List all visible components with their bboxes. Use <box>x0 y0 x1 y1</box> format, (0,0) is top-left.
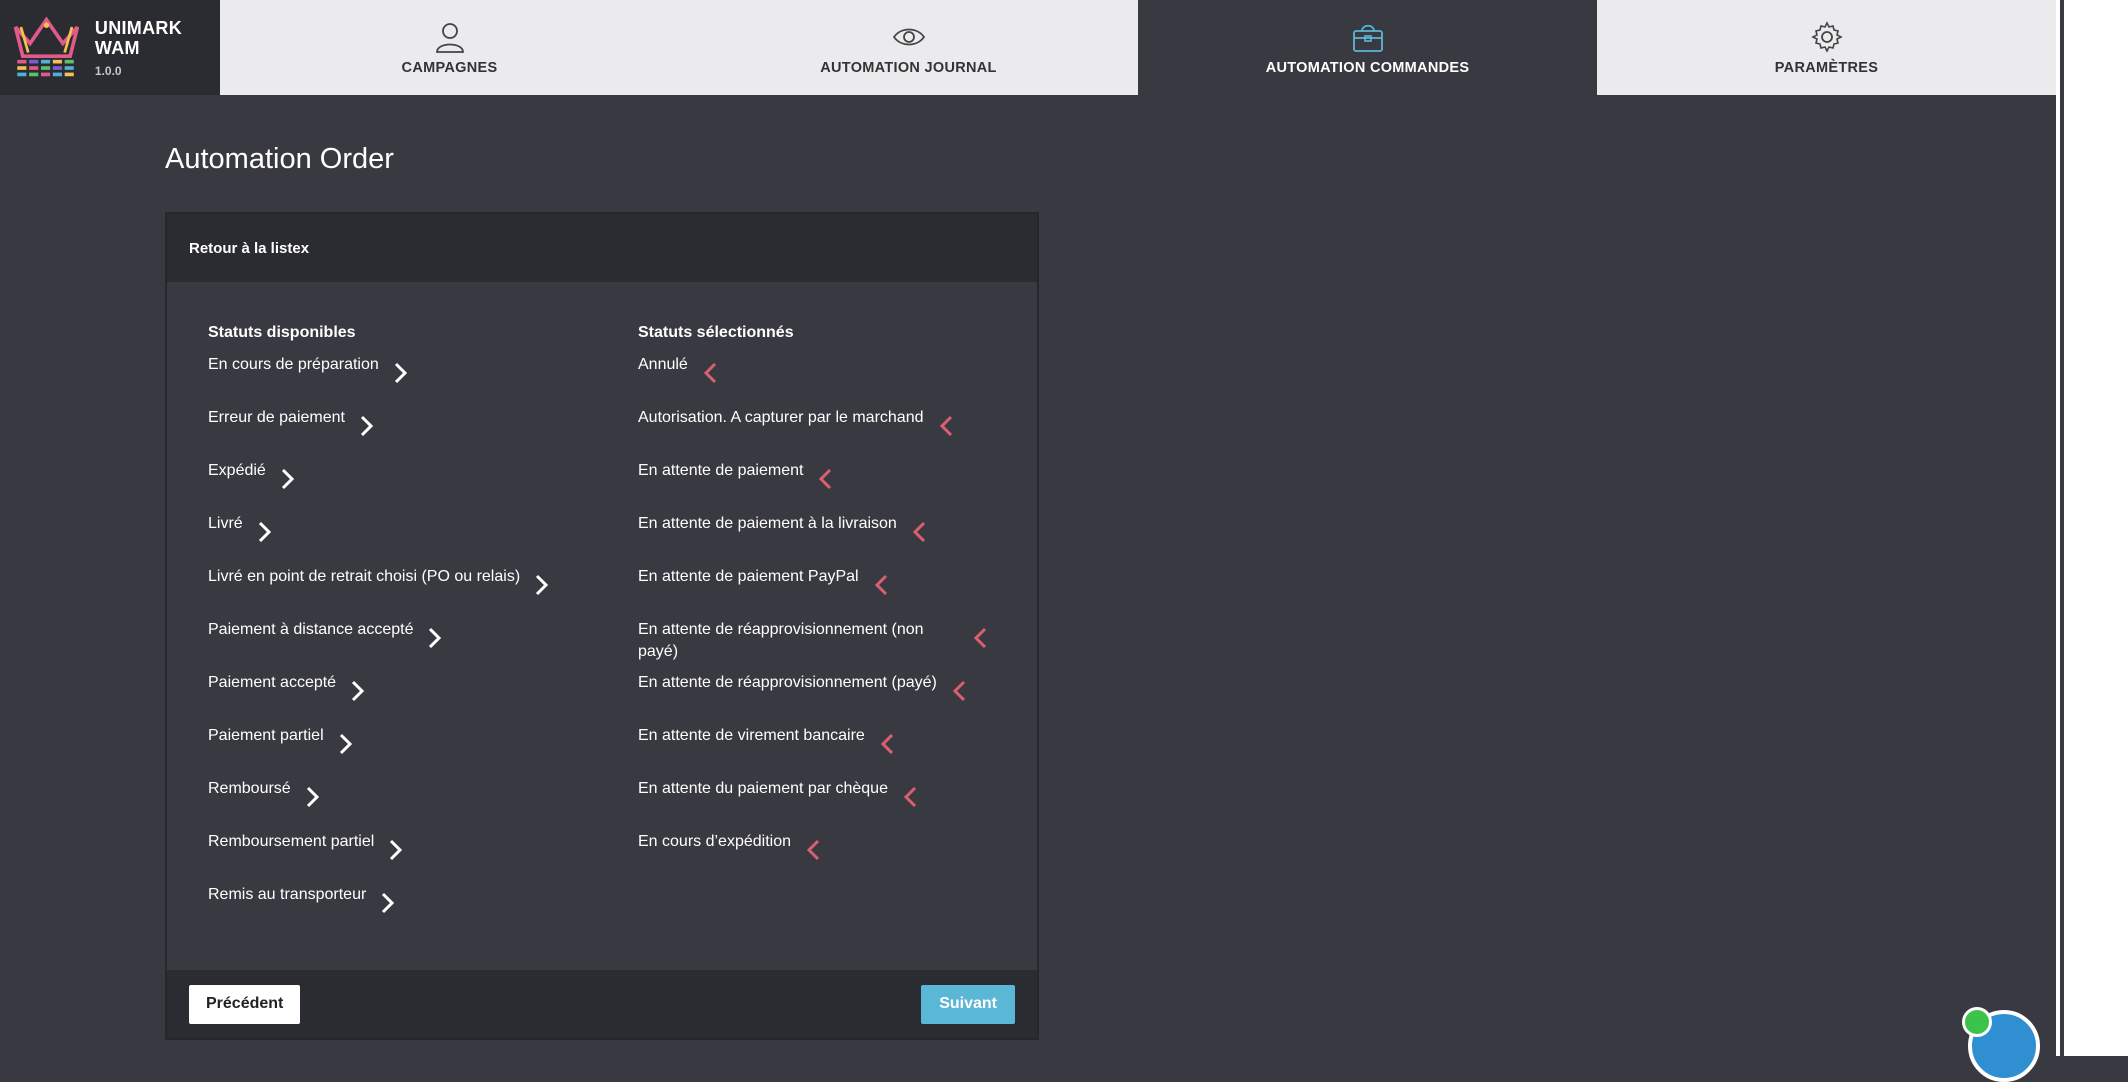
top-navigation: UNIMARK WAM 1.0.0 CAMPAGNES AUTOMATION J… <box>0 0 2056 95</box>
status-item: Autorisation. A capturer par le marchand <box>638 407 988 460</box>
next-button[interactable]: Suivant <box>921 984 1015 1024</box>
back-to-list-link[interactable]: Retour à la listex <box>189 240 309 257</box>
status-item: En cours de préparation <box>208 354 550 407</box>
scrollbar-track[interactable] <box>2056 0 2128 1056</box>
chevron-left-icon[interactable] <box>911 520 927 544</box>
chevron-left-icon[interactable] <box>879 732 895 756</box>
status-label: Expédié <box>208 462 266 479</box>
status-label: Remboursement partiel <box>208 833 375 850</box>
status-item: Remboursement partiel <box>208 831 550 884</box>
status-label: Paiement à distance accepté <box>208 621 414 638</box>
status-item: En attente du paiement par chèque <box>638 778 988 831</box>
chevron-right-icon[interactable] <box>350 679 366 703</box>
status-item: Paiement à distance accepté <box>208 619 550 672</box>
status-label: En attente de paiement à la livraison <box>638 515 897 532</box>
available-status-list: En cours de préparation Erreur de paiemen… <box>208 354 550 937</box>
status-item: En attente de paiement à la livraison <box>638 513 988 566</box>
gear-icon <box>1810 20 1843 53</box>
eye-icon <box>892 28 925 45</box>
status-label: En attente de réapprovisionnement (non p… <box>638 621 924 660</box>
divider <box>2060 0 2064 1056</box>
status-label: En cours de préparation <box>208 356 379 373</box>
status-item: Expédié <box>208 460 550 513</box>
status-selection-panel: Retour à la listex Statuts disponibles E… <box>165 212 1039 1040</box>
chevron-left-icon[interactable] <box>902 785 918 809</box>
tab-label: PARAMÈTRES <box>1774 59 1879 76</box>
status-item: En attente de réapprovisionnement (payé) <box>638 672 988 725</box>
chevron-right-icon[interactable] <box>393 361 409 385</box>
status-label: En attente de réapprovisionnement (payé) <box>638 674 937 691</box>
status-item: Livré <box>208 513 550 566</box>
status-label: Paiement accepté <box>208 674 337 691</box>
status-item: En cours d’expédition <box>638 831 988 884</box>
status-item: En attente de paiement PayPal <box>638 566 988 619</box>
status-label: En attente de paiement <box>638 462 804 479</box>
status-label: En cours d’expédition <box>638 833 791 850</box>
status-item: En attente de virement bancaire <box>638 725 988 778</box>
tab-label: AUTOMATION JOURNAL <box>820 59 997 76</box>
status-label: Annulé <box>638 356 688 373</box>
tab-label: AUTOMATION COMMANDES <box>1265 59 1470 76</box>
page-title: Automation Order <box>165 143 394 175</box>
tab-automation-commandes[interactable]: AUTOMATION COMMANDES <box>1138 0 1597 95</box>
status-label: Livré <box>208 515 243 532</box>
status-label: Paiement partiel <box>208 727 324 744</box>
status-label: En attente du paiement par chèque <box>638 780 888 797</box>
status-item: Remis au transporteur <box>208 884 550 937</box>
status-label: Remis au transporteur <box>208 886 367 903</box>
chevron-left-icon[interactable] <box>805 838 821 862</box>
previous-button[interactable]: Précédent <box>189 984 301 1024</box>
chevron-right-icon[interactable] <box>305 785 321 809</box>
available-statuses-column: Statuts disponibles En cours de préparat… <box>208 324 550 937</box>
online-status-dot <box>1962 1007 1992 1037</box>
status-item: En attente de réapprovisionnement (non p… <box>638 619 988 672</box>
chevron-left-icon[interactable] <box>972 626 988 650</box>
chevron-right-icon[interactable] <box>338 732 354 756</box>
chevron-left-icon[interactable] <box>873 573 889 597</box>
selected-status-list: Annulé Autorisation. A capturer par le ma… <box>638 354 988 884</box>
tab-campagnes[interactable]: CAMPAGNES <box>220 0 679 95</box>
panel-header: Retour à la listex <box>167 214 1037 282</box>
chevron-left-icon[interactable] <box>951 679 967 703</box>
chevron-right-icon[interactable] <box>534 573 550 597</box>
chevron-right-icon[interactable] <box>359 414 375 438</box>
status-label: En attente de virement bancaire <box>638 727 865 744</box>
chevron-left-icon[interactable] <box>702 361 718 385</box>
chevron-right-icon[interactable] <box>280 467 296 491</box>
user-icon <box>435 22 464 53</box>
status-label: Autorisation. A capturer par le marchand <box>638 409 924 426</box>
app-logo[interactable]: UNIMARK WAM 1.0.0 <box>0 0 220 95</box>
status-label: En attente de paiement PayPal <box>638 568 859 585</box>
status-label: Remboursé <box>208 780 291 797</box>
basket-icon <box>1352 24 1383 52</box>
available-statuses-title: Statuts disponibles <box>208 324 356 341</box>
status-label: Livré en point de retrait choisi (PO ou … <box>208 568 521 585</box>
status-item: Annulé <box>638 354 988 407</box>
panel-footer: Précédent Suivant <box>167 970 1037 1038</box>
crown-logo-icon <box>13 16 80 76</box>
chevron-right-icon[interactable] <box>388 838 404 862</box>
status-item: En attente de paiement <box>638 460 988 513</box>
tab-automation-journal[interactable]: AUTOMATION JOURNAL <box>679 0 1138 95</box>
status-item: Erreur de paiement <box>208 407 550 460</box>
selected-statuses-title: Statuts sélectionnés <box>638 324 794 341</box>
app-name: UNIMARK WAM <box>94 17 182 58</box>
selected-statuses-column: Statuts sélectionnés Annulé Autorisation.… <box>638 324 988 884</box>
status-item: Paiement partiel <box>208 725 550 778</box>
chevron-left-icon[interactable] <box>938 414 954 438</box>
status-label: Erreur de paiement <box>208 409 345 426</box>
tab-label: CAMPAGNES <box>401 59 498 76</box>
chevron-left-icon[interactable] <box>817 467 833 491</box>
tab-parametres[interactable]: PARAMÈTRES <box>1597 0 2056 95</box>
chevron-right-icon[interactable] <box>427 626 443 650</box>
app-version: 1.0.0 <box>94 63 122 78</box>
status-item: Paiement accepté <box>208 672 550 725</box>
chevron-right-icon[interactable] <box>257 520 273 544</box>
chevron-right-icon[interactable] <box>380 891 396 915</box>
status-item: Livré en point de retrait choisi (PO ou … <box>208 566 550 619</box>
status-item: Remboursé <box>208 778 550 831</box>
